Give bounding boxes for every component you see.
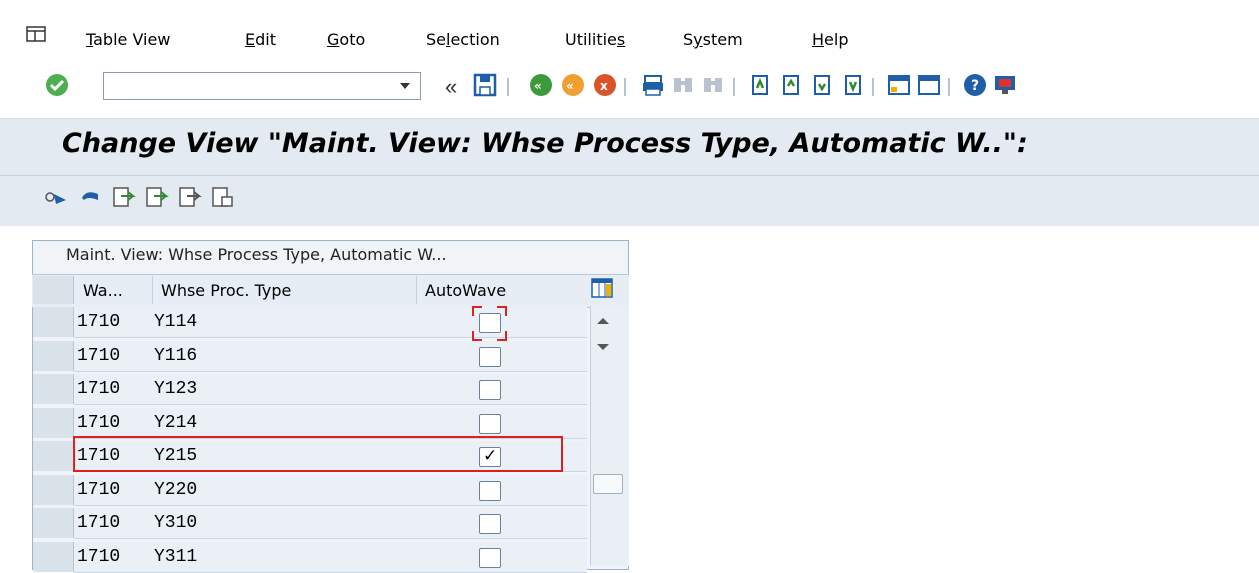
menu-edit[interactable]: Edit bbox=[245, 30, 276, 49]
find-next-icon[interactable] bbox=[700, 72, 726, 98]
title-divider bbox=[0, 175, 1259, 176]
autowave-checkbox[interactable] bbox=[479, 514, 501, 534]
row-selector[interactable] bbox=[33, 307, 74, 337]
row-selector[interactable] bbox=[33, 374, 74, 404]
table-row[interactable] bbox=[74, 374, 587, 405]
select-all-icon[interactable] bbox=[210, 186, 236, 208]
highlight-box bbox=[73, 436, 563, 472]
table-row[interactable] bbox=[74, 307, 587, 338]
back-green-icon[interactable]: « bbox=[528, 72, 554, 98]
command-field[interactable] bbox=[103, 72, 421, 100]
save-icon[interactable] bbox=[472, 72, 498, 98]
table-row[interactable] bbox=[74, 341, 587, 372]
cell-process-type: Y214 bbox=[154, 413, 198, 433]
row-selector[interactable] bbox=[33, 542, 74, 572]
row-selector[interactable] bbox=[33, 475, 74, 505]
print-icon[interactable] bbox=[640, 72, 666, 98]
toolbar-separator bbox=[872, 78, 874, 96]
cell-process-type: Y311 bbox=[154, 547, 198, 567]
previous-page-icon[interactable] bbox=[778, 72, 804, 98]
chevron-down-icon[interactable] bbox=[400, 83, 410, 89]
menu-goto[interactable]: Goto bbox=[327, 30, 365, 49]
exit-icon[interactable]: « bbox=[560, 72, 586, 98]
cell-process-type: Y123 bbox=[154, 379, 198, 399]
focus-indicator bbox=[472, 306, 482, 316]
table-row[interactable] bbox=[74, 408, 587, 439]
toolbar-separator bbox=[624, 78, 626, 96]
create-session-icon[interactable] bbox=[886, 72, 912, 98]
cell-warehouse: 1710 bbox=[77, 413, 121, 433]
row-selector[interactable] bbox=[33, 441, 74, 471]
display-change-icon[interactable] bbox=[44, 186, 70, 208]
autowave-checkbox[interactable] bbox=[479, 481, 501, 501]
autowave-checkbox[interactable] bbox=[479, 347, 501, 367]
table-row[interactable] bbox=[74, 508, 587, 539]
column-header-autowave[interactable]: AutoWave bbox=[425, 281, 506, 300]
cell-warehouse: 1710 bbox=[77, 312, 121, 332]
autowave-checkbox[interactable] bbox=[479, 380, 501, 400]
menu-system[interactable]: System bbox=[683, 30, 743, 49]
table-settings-icon[interactable] bbox=[591, 278, 613, 298]
svg-text:«: « bbox=[566, 79, 574, 93]
generate-shortcut-icon[interactable] bbox=[916, 72, 942, 98]
table-title: Maint. View: Whse Process Type, Automati… bbox=[66, 245, 447, 264]
row-selector[interactable] bbox=[33, 341, 74, 371]
focus-indicator bbox=[497, 306, 507, 316]
focus-indicator bbox=[472, 331, 482, 341]
vertical-scrollbar[interactable] bbox=[590, 306, 629, 566]
cell-process-type: Y114 bbox=[154, 312, 198, 332]
scroll-thumb[interactable] bbox=[593, 474, 623, 494]
menu-table-view[interactable]: Table View bbox=[86, 30, 170, 49]
toolbar-separator bbox=[948, 78, 950, 96]
cell-warehouse: 1710 bbox=[77, 547, 121, 567]
cell-process-type: Y220 bbox=[154, 480, 198, 500]
table-row[interactable] bbox=[74, 475, 587, 506]
page-title: Change View "Maint. View: Whse Process T… bbox=[62, 128, 1028, 159]
undo-icon[interactable] bbox=[78, 186, 104, 208]
column-header-process-type[interactable]: Whse Proc. Type bbox=[161, 281, 291, 300]
column-header-warehouse[interactable]: Wa... bbox=[83, 281, 123, 300]
autowave-checkbox[interactable] bbox=[479, 548, 501, 568]
cell-process-type: Y116 bbox=[154, 346, 198, 366]
row-selector[interactable] bbox=[33, 408, 74, 438]
first-page-icon[interactable] bbox=[747, 72, 773, 98]
enter-check-icon[interactable] bbox=[44, 72, 70, 98]
select-all-rows-button[interactable] bbox=[33, 276, 74, 304]
scroll-up-icon[interactable] bbox=[597, 318, 609, 324]
next-page-icon[interactable] bbox=[809, 72, 835, 98]
cell-warehouse: 1710 bbox=[77, 513, 121, 533]
last-page-icon[interactable] bbox=[840, 72, 866, 98]
toolbar-separator bbox=[507, 78, 509, 96]
table-row[interactable] bbox=[74, 542, 587, 573]
focus-indicator bbox=[497, 331, 507, 341]
customize-layout-icon[interactable] bbox=[992, 72, 1018, 98]
autowave-checkbox[interactable] bbox=[479, 313, 501, 333]
menu-help[interactable]: Help bbox=[812, 30, 848, 49]
cell-process-type: Y310 bbox=[154, 513, 198, 533]
find-icon[interactable] bbox=[670, 72, 696, 98]
autowave-checkbox[interactable] bbox=[479, 414, 501, 434]
back-icon[interactable]: « bbox=[445, 74, 457, 100]
row-selector[interactable] bbox=[33, 508, 74, 538]
svg-text:«: « bbox=[534, 79, 542, 93]
cancel-icon[interactable]: x bbox=[592, 72, 618, 98]
column-separator bbox=[416, 276, 417, 304]
svg-text:x: x bbox=[600, 79, 608, 93]
menu-selection[interactable]: Selection bbox=[426, 30, 500, 49]
svg-text:?: ? bbox=[971, 78, 979, 94]
delete-icon[interactable] bbox=[177, 186, 203, 208]
cell-warehouse: 1710 bbox=[77, 346, 121, 366]
new-entries-icon[interactable] bbox=[111, 186, 137, 208]
menu-bar bbox=[0, 0, 1259, 75]
copy-as-icon[interactable] bbox=[144, 186, 170, 208]
cell-warehouse: 1710 bbox=[77, 379, 121, 399]
column-separator bbox=[152, 276, 153, 304]
toolbar-separator bbox=[733, 78, 735, 96]
help-icon[interactable]: ? bbox=[962, 72, 988, 98]
cell-warehouse: 1710 bbox=[77, 480, 121, 500]
menu-utilities[interactable]: Utilities bbox=[565, 30, 625, 49]
menu-icon[interactable] bbox=[26, 26, 46, 42]
scroll-down-icon[interactable] bbox=[597, 344, 609, 350]
